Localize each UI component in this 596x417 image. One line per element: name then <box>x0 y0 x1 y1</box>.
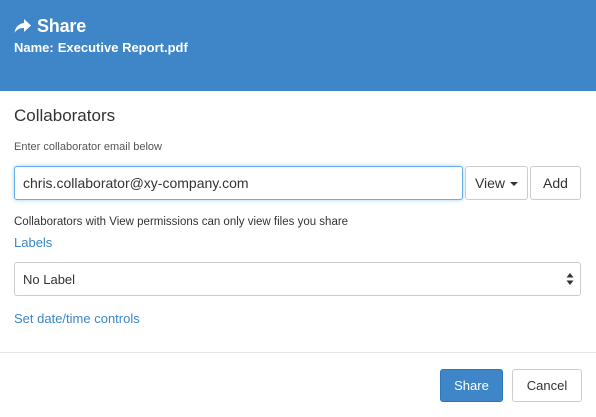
share-dialog: Share Name: Executive Report.pdf Collabo… <box>0 0 596 417</box>
file-name-label: Name: <box>14 40 54 55</box>
permission-dropdown-button[interactable]: View <box>465 166 528 200</box>
file-name: Executive Report.pdf <box>57 40 188 55</box>
file-name-line: Name: Executive Report.pdf <box>14 39 188 57</box>
title-row: Share <box>13 13 86 39</box>
share-arrow-icon <box>13 17 33 35</box>
label-select[interactable]: No Label <box>14 262 581 296</box>
caret-down-icon <box>510 181 519 186</box>
label-select-value: No Label <box>23 271 76 287</box>
permission-note: Collaborators with View permissions can … <box>14 216 349 228</box>
footer-divider <box>0 352 596 353</box>
collaborator-email-input[interactable] <box>14 166 463 200</box>
datetime-controls-link[interactable]: Set date/time controls <box>14 310 140 328</box>
permission-label: View <box>474 175 506 191</box>
labels-link[interactable]: Labels <box>14 234 52 252</box>
cancel-button[interactable]: Cancel <box>512 369 582 402</box>
select-updown-icon <box>566 272 574 286</box>
dialog-title: Share <box>37 16 87 36</box>
add-collaborator-button[interactable]: Add <box>530 166 581 200</box>
dialog-header: Share Name: Executive Report.pdf <box>0 0 596 91</box>
collaborators-heading: Collaborators <box>14 106 116 125</box>
email-hint: Enter collaborator email below <box>14 141 162 153</box>
share-button[interactable]: Share <box>440 369 503 402</box>
